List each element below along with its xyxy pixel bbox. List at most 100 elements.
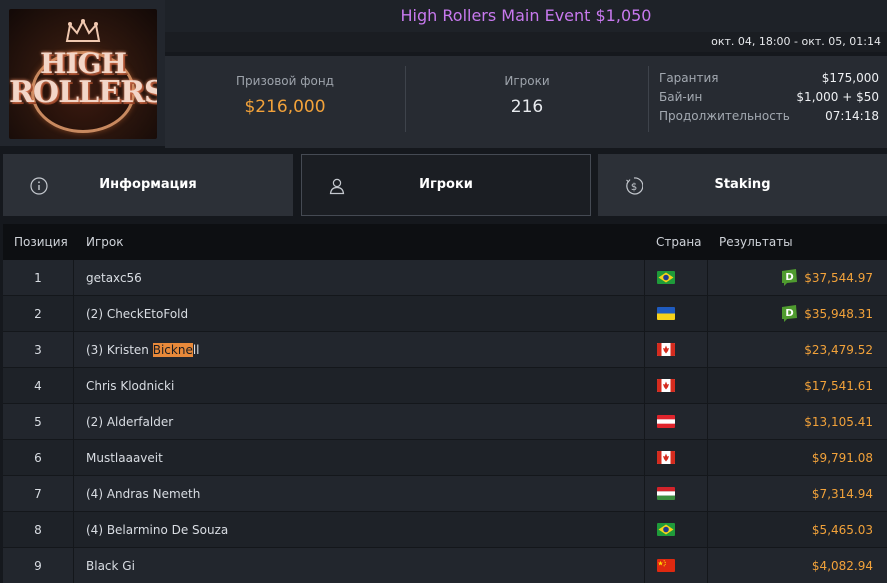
table-row[interactable]: 3 (3) Kristen Bicknell $23,479.52: [3, 332, 887, 368]
tournament-details: Гарантия $175,000 Бай-ин $1,000 + $50 Пр…: [659, 69, 879, 126]
search-highlight: Bickne: [152, 343, 193, 357]
crown-icon: [65, 19, 101, 42]
row-country: [644, 548, 708, 583]
svg-text:D: D: [786, 272, 794, 283]
duration-label: Продолжительность: [659, 109, 790, 123]
row-position: 6: [3, 440, 74, 476]
table-row[interactable]: 5 (2) Alderfalder $13,105.41: [3, 404, 887, 440]
svg-text:D: D: [786, 308, 794, 319]
brazil-flag-icon: [657, 523, 675, 536]
row-result-value: $37,544.97: [804, 271, 873, 285]
guarantee-row: Гарантия $175,000: [659, 69, 879, 88]
tab-staking[interactable]: $ Staking: [598, 154, 887, 216]
table-row[interactable]: 1 getaxc56 D $37,544.97: [3, 260, 887, 296]
row-result-value: $35,948.31: [804, 307, 873, 321]
row-position: 1: [3, 260, 74, 296]
row-position: 5: [3, 404, 74, 440]
row-result: D $35,948.31: [780, 296, 873, 332]
brazil-flag-icon: [657, 271, 675, 284]
table-row[interactable]: 9 Black Gi $4,082.94: [3, 548, 887, 583]
column-position[interactable]: Позиция: [14, 224, 68, 260]
row-country: [644, 440, 708, 476]
row-player-name[interactable]: (2) CheckEtoFold: [86, 296, 188, 332]
canada-flag-icon: [657, 379, 675, 392]
table-row[interactable]: 2 (2) CheckEtoFold D $35,948.31: [3, 296, 887, 332]
row-country: [644, 404, 708, 440]
row-position: 9: [3, 548, 74, 583]
row-player-name[interactable]: getaxc56: [86, 260, 142, 296]
row-position: 4: [3, 368, 74, 404]
row-player-name[interactable]: (3) Kristen Bicknell: [86, 332, 200, 368]
buyin-row: Бай-ин $1,000 + $50: [659, 88, 879, 107]
canada-flag-icon: [657, 451, 675, 464]
row-position: 7: [3, 476, 74, 512]
tab-players[interactable]: Игроки: [301, 154, 591, 216]
row-player-name[interactable]: (2) Alderfalder: [86, 404, 173, 440]
duration-value: 07:14:18: [825, 109, 879, 123]
tab-information-label: Информация: [99, 177, 197, 192]
tab-staking-label: Staking: [714, 177, 771, 192]
table-row[interactable]: 7 (4) Andras Nemeth $7,314.94: [3, 476, 887, 512]
row-result: $5,465.03: [811, 523, 873, 537]
row-player-name[interactable]: Chris Klodnicki: [86, 368, 174, 404]
row-position: 3: [3, 332, 74, 368]
row-player-name[interactable]: Mustlaaaveit: [86, 440, 163, 476]
prize-pool-label: Призовой фонд: [236, 74, 334, 88]
name-text: (3) Kristen: [86, 343, 153, 357]
divider: [648, 66, 649, 132]
tab-bar: Информация Игроки $ Staking: [3, 154, 887, 216]
prize-pool-stat: Призовой фонд $216,000: [165, 66, 405, 132]
buyin-label: Бай-ин: [659, 90, 703, 104]
tab-players-label: Игроки: [419, 177, 473, 192]
row-result: $7,314.94: [811, 487, 873, 501]
duration-row: Продолжительность 07:14:18: [659, 107, 879, 126]
guarantee-value: $175,000: [821, 71, 879, 85]
row-player-name[interactable]: (4) Andras Nemeth: [86, 476, 200, 512]
row-player-name[interactable]: Black Gi: [86, 548, 135, 583]
buyin-value: $1,000 + $50: [796, 90, 879, 104]
row-position: 2: [3, 296, 74, 332]
row-country: [644, 332, 708, 368]
row-result: $13,105.41: [804, 415, 873, 429]
table-row[interactable]: 4 Chris Klodnicki $17,541.61: [3, 368, 887, 404]
row-result: $9,791.08: [811, 451, 873, 465]
tournament-stats: Призовой фонд $216,000 Игроки 216 Гарант…: [165, 56, 887, 148]
canada-flag-icon: [657, 343, 675, 356]
row-country: [644, 296, 708, 332]
players-value: 216: [510, 97, 544, 117]
logo-artwork: HIGH ROLLERS: [9, 9, 157, 139]
china-flag-icon: [657, 559, 675, 572]
players-label: Игроки: [504, 74, 550, 88]
results-table-header: Позиция Игрок Страна Результаты: [3, 224, 887, 260]
row-country: [644, 368, 708, 404]
table-row[interactable]: 6 Mustlaaaveit $9,791.08: [3, 440, 887, 476]
hungary-flag-icon: [657, 487, 675, 500]
tournament-logo: HIGH ROLLERS: [0, 0, 165, 146]
column-player[interactable]: Игрок: [86, 224, 124, 260]
results-table-body: 1 getaxc56 D $37,544.97 2 (2) CheckEtoFol…: [3, 260, 887, 583]
players-stat: Игроки 216: [406, 66, 648, 132]
row-result: $17,541.61: [804, 379, 873, 393]
name-text: ll: [192, 343, 200, 357]
row-country: [644, 476, 708, 512]
row-position: 8: [3, 512, 74, 548]
guarantee-label: Гарантия: [659, 71, 719, 85]
column-results[interactable]: Результаты: [719, 224, 793, 260]
row-result: $4,082.94: [811, 559, 873, 573]
row-country: [644, 260, 708, 296]
row-result: D $37,544.97: [780, 260, 873, 296]
pokerdom-badge-icon: D: [782, 305, 798, 322]
column-country[interactable]: Страна: [656, 224, 702, 260]
prize-pool-value: $216,000: [244, 97, 326, 117]
tournament-title: High Rollers Main Event $1,050: [165, 0, 887, 32]
row-result: $23,479.52: [804, 343, 873, 357]
pokerdom-badge-icon: D: [782, 269, 798, 286]
logo-text-line2: ROLLERS: [9, 75, 157, 110]
table-row[interactable]: 8 (4) Belarmino De Souza $5,465.03: [3, 512, 887, 548]
row-country: [644, 512, 708, 548]
tab-information[interactable]: Информация: [3, 154, 293, 216]
row-player-name[interactable]: (4) Belarmino De Souza: [86, 512, 228, 548]
ukraine-flag-icon: [657, 307, 675, 320]
austria-flag-icon: [657, 415, 675, 428]
tournament-dates: окт. 04, 18:00 - окт. 05, 01:14: [165, 32, 887, 52]
